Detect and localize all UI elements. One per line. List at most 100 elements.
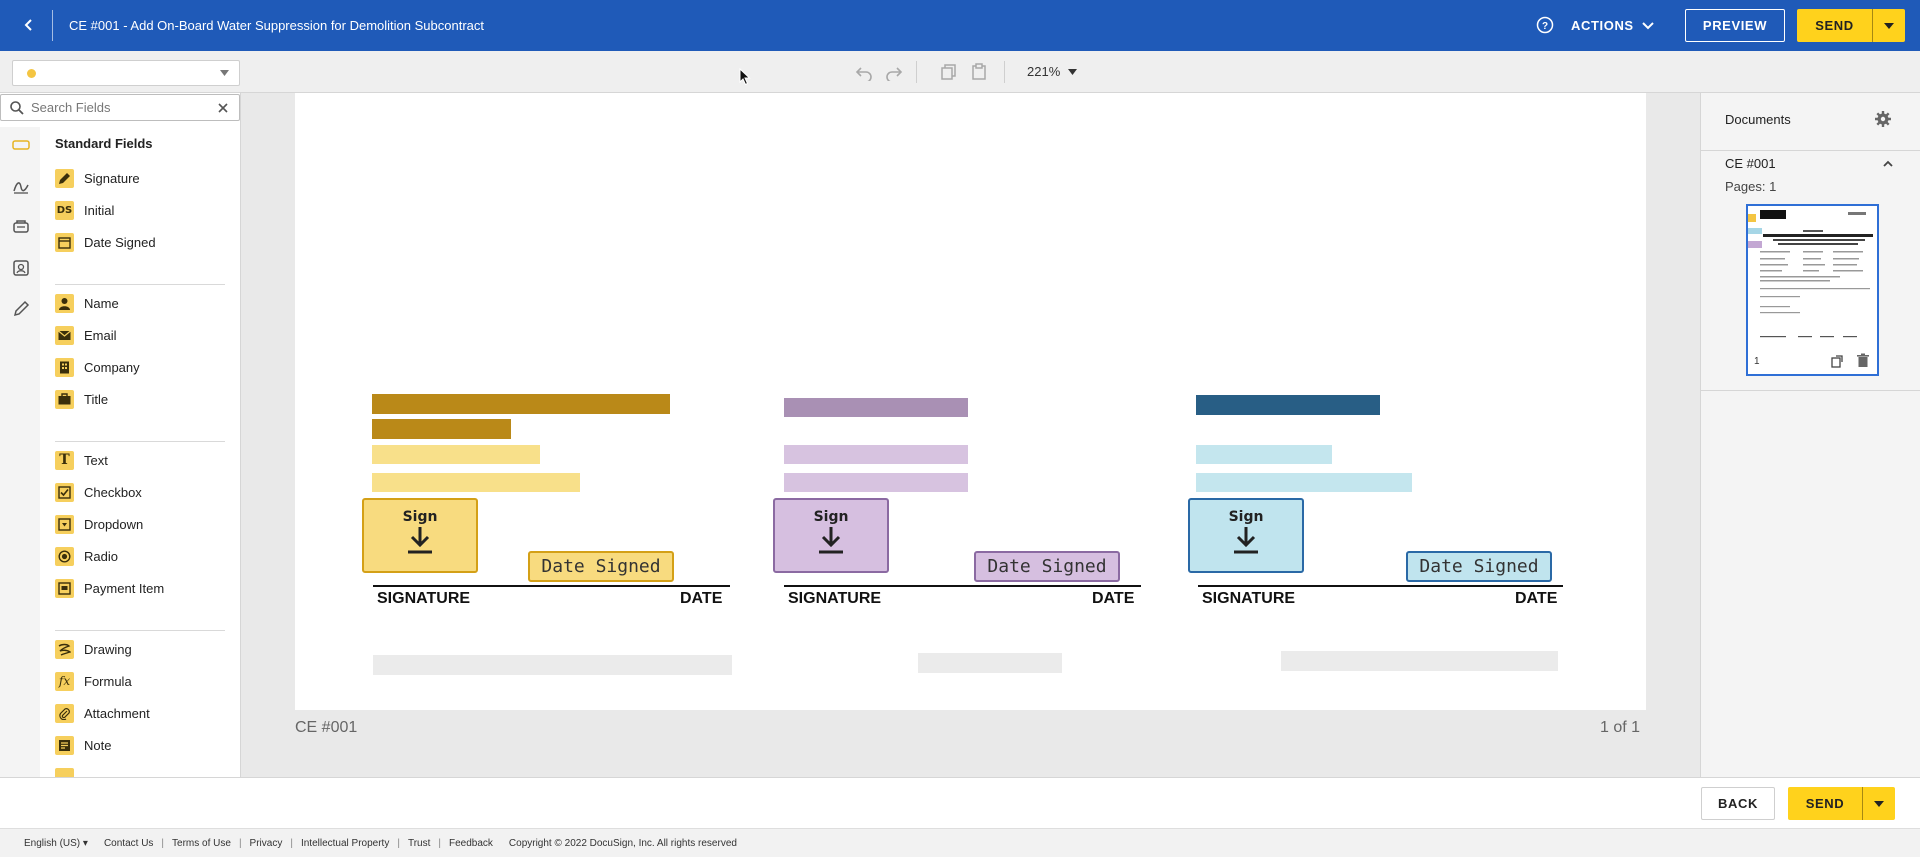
footer-link-terms[interactable]: Terms of Use	[172, 838, 231, 849]
signer1-text-block[interactable]	[372, 473, 580, 492]
person-icon	[55, 293, 74, 313]
signer1-date-signed-tab[interactable]: Date Signed	[528, 551, 674, 582]
calendar-icon	[55, 232, 74, 252]
trash-icon[interactable]	[1856, 353, 1870, 368]
field-checkbox[interactable]: Checkbox	[55, 481, 225, 503]
date-caption: DATE	[680, 590, 723, 607]
language-select[interactable]: English (US) ▾	[24, 838, 88, 849]
field-payment-item[interactable]: Payment Item	[55, 577, 225, 599]
field-initial[interactable]: DS Initial	[55, 199, 225, 221]
rotate-page-icon[interactable]	[1830, 354, 1844, 368]
field-dropdown[interactable]: Dropdown	[55, 513, 225, 535]
field-label: Drawing	[84, 641, 132, 657]
field-text[interactable]: T Text	[55, 449, 225, 471]
document-page-count: Pages: 1	[1725, 179, 1777, 194]
field-title[interactable]: Title	[55, 388, 225, 410]
signer3-sign-tab[interactable]: Sign	[1188, 498, 1304, 573]
field-company[interactable]: Company	[55, 356, 225, 378]
signer2-text-block[interactable]	[784, 398, 968, 417]
copyright-text: Copyright © 2022 DocuSign, Inc. All righ…	[508, 837, 737, 849]
signature-line	[1198, 585, 1563, 587]
copy-icon[interactable]	[940, 63, 958, 81]
send-button[interactable]: SEND	[1797, 9, 1873, 42]
footer-separator: |	[238, 837, 242, 849]
signature-caption: SIGNATURE	[377, 590, 471, 607]
signer1-text-block[interactable]	[372, 394, 670, 414]
envelope-icon	[55, 325, 74, 345]
field-label: Dropdown	[84, 516, 144, 532]
page-thumbnail[interactable]: 1	[1746, 204, 1879, 376]
field-formula[interactable]: fx Formula	[55, 670, 225, 692]
zoom-select[interactable]: 221%	[1027, 64, 1078, 79]
footer-link-privacy[interactable]: Privacy	[250, 838, 283, 849]
caret-down-icon	[220, 70, 229, 76]
field-note[interactable]: Note	[55, 734, 225, 756]
signer2-sign-tab[interactable]: Sign	[773, 498, 889, 573]
close-icon[interactable]	[217, 102, 229, 114]
footer-separator: |	[397, 837, 400, 849]
signer2-text-block[interactable]	[784, 473, 968, 492]
signer3-text-block[interactable]	[1196, 473, 1412, 492]
placeholder-text-block	[373, 655, 732, 675]
footer-link-ip[interactable]: Intellectual Property	[301, 838, 389, 849]
signer3-text-block[interactable]	[1196, 445, 1332, 464]
signature-tools-icon[interactable]	[11, 176, 31, 196]
toolbar-separator	[916, 61, 917, 83]
send-options-button[interactable]	[1873, 9, 1905, 42]
gear-icon[interactable]	[1874, 110, 1892, 128]
field-label: Date Signed	[84, 234, 156, 250]
field-name[interactable]: Name	[55, 292, 225, 314]
field-attachment[interactable]: Attachment	[55, 702, 225, 724]
field-email[interactable]: Email	[55, 324, 225, 346]
search-fields-input[interactable]	[31, 100, 211, 115]
field-next-partial[interactable]	[55, 766, 225, 777]
signer1-sign-tab[interactable]: Sign	[362, 498, 478, 573]
payment-icon	[55, 578, 74, 598]
field-date-signed[interactable]: Date Signed	[55, 231, 225, 253]
field-radio[interactable]: Radio	[55, 545, 225, 567]
custom-fields-icon[interactable]	[11, 258, 31, 278]
field-signature[interactable]: Signature	[55, 167, 225, 189]
footer-link-contact[interactable]: Contact Us	[104, 838, 153, 849]
field-drawing[interactable]: Drawing	[55, 638, 225, 660]
actions-label: ACTIONS	[1571, 18, 1634, 33]
note-icon	[55, 735, 74, 755]
pencil-icon[interactable]	[11, 299, 31, 319]
back-chevron-button[interactable]	[14, 10, 44, 40]
redo-icon[interactable]	[885, 63, 903, 81]
pen-icon	[55, 168, 74, 188]
stamp-icon[interactable]	[11, 217, 31, 237]
toolbar-separator	[1004, 61, 1005, 83]
signer2-date-signed-tab[interactable]: Date Signed	[974, 551, 1120, 582]
building-icon	[55, 357, 74, 377]
footer-link-trust[interactable]: Trust	[408, 838, 430, 849]
standard-fields-icon[interactable]	[11, 135, 31, 155]
briefcase-icon	[55, 389, 74, 409]
paste-icon[interactable]	[970, 63, 988, 81]
signer2-text-block[interactable]	[784, 445, 968, 464]
recipient-select[interactable]	[12, 60, 240, 86]
signer3-date-signed-tab[interactable]: Date Signed	[1406, 551, 1552, 582]
back-button[interactable]: BACK	[1701, 787, 1775, 820]
date-caption: DATE	[1092, 590, 1135, 607]
radio-icon	[55, 546, 74, 566]
send-button-bottom[interactable]: SEND	[1788, 787, 1863, 820]
field-category-rail	[0, 127, 40, 777]
actions-menu-button[interactable]: ACTIONS	[1571, 12, 1654, 39]
undo-icon[interactable]	[855, 63, 873, 81]
sign-label: Sign	[1228, 509, 1264, 525]
sign-label: Sign	[402, 509, 438, 525]
download-arrow-icon	[819, 527, 843, 554]
send-options-button-bottom[interactable]	[1863, 787, 1895, 820]
documents-panel: Documents CE #001 Pages: 1 1	[1700, 93, 1920, 777]
footer-separator: |	[161, 837, 165, 849]
signer3-text-block[interactable]	[1196, 395, 1380, 415]
editor-toolbar: 221%	[0, 51, 1920, 93]
footer-link-feedback[interactable]: Feedback	[449, 838, 493, 849]
signer1-text-block[interactable]	[372, 419, 511, 439]
page-thumbnail-preview	[1748, 210, 1873, 338]
chevron-up-icon[interactable]	[1881, 157, 1895, 171]
signer1-text-block[interactable]	[372, 445, 540, 464]
help-icon[interactable]: ?	[1536, 16, 1554, 34]
preview-button[interactable]: PREVIEW	[1685, 9, 1785, 42]
